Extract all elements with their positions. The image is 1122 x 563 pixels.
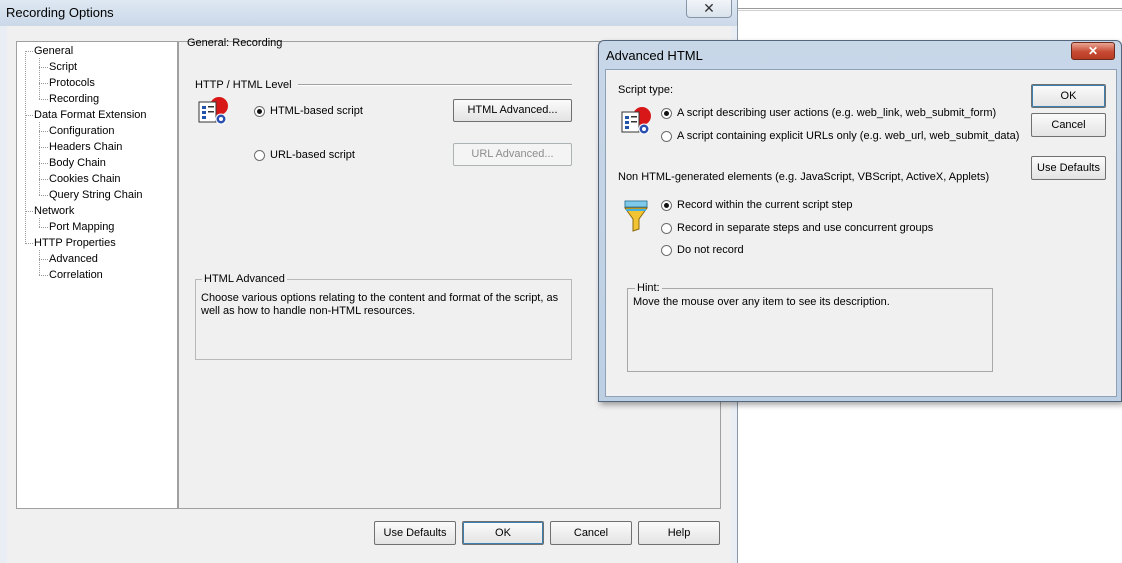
tree-connector: [39, 275, 48, 276]
tree-item-query-string-chain[interactable]: Query String Chain: [49, 188, 143, 202]
record-current-step-radio[interactable]: [661, 200, 672, 211]
tree-item-recording[interactable]: Recording: [49, 92, 99, 106]
tree-item-data-format-extension[interactable]: Data Format Extension: [34, 108, 147, 122]
explicit-urls-label[interactable]: A script containing explicit URLs only (…: [677, 130, 1019, 142]
tree-connector: [25, 115, 33, 116]
tree-connector: [39, 58, 40, 99]
tree-connector: [39, 259, 48, 260]
cancel-button[interactable]: Cancel: [550, 521, 632, 545]
filter-funnel-icon: [622, 199, 652, 233]
tree-connector: [39, 131, 48, 132]
tree-item-protocols[interactable]: Protocols: [49, 76, 95, 90]
tree-item-body-chain[interactable]: Body Chain: [49, 156, 106, 170]
options-tree[interactable]: General Script Protocols Recording Data Form…: [16, 41, 178, 509]
tree-connector: [25, 51, 33, 52]
tree-connector: [39, 218, 40, 227]
advanced-html-dialog: Advanced HTML ✕ Script type: A script de…: [598, 40, 1122, 402]
tree-connector: [25, 211, 33, 212]
tree-item-network[interactable]: Network: [34, 204, 74, 218]
do-not-record-label[interactable]: Do not record: [677, 244, 744, 256]
tree-item-port-mapping[interactable]: Port Mapping: [49, 220, 114, 234]
tree-item-http-properties[interactable]: HTTP Properties: [34, 236, 116, 250]
use-defaults-button[interactable]: Use Defaults: [374, 521, 456, 545]
dialog-use-defaults-button[interactable]: Use Defaults: [1031, 156, 1106, 180]
tree-connector: [39, 67, 48, 68]
url-based-radio[interactable]: [254, 150, 265, 161]
html-based-radio[interactable]: [254, 106, 265, 117]
close-button[interactable]: ✕: [686, 0, 732, 18]
record-current-step-label[interactable]: Record within the current script step: [677, 199, 852, 211]
tree-connector: [39, 227, 48, 228]
tree-connector: [39, 147, 48, 148]
hint-title: Hint:: [635, 282, 662, 294]
tree-item-correlation[interactable]: Correlation: [49, 268, 103, 282]
script-type-label: Script type:: [618, 84, 674, 96]
user-actions-radio[interactable]: [661, 108, 672, 119]
tree-connector: [39, 250, 40, 275]
tree-connector: [25, 243, 33, 244]
dialog-close-button[interactable]: ✕: [1071, 42, 1115, 60]
dialog-title: Advanced HTML: [606, 48, 703, 63]
tree-connector: [39, 163, 48, 164]
heading-separator: [298, 84, 572, 86]
info-group-text: Choose various options relating to the c…: [201, 292, 559, 317]
explicit-urls-radio[interactable]: [661, 131, 672, 142]
tree-item-general[interactable]: General: [34, 44, 73, 58]
record-separate-steps-radio[interactable]: [661, 223, 672, 234]
ok-button[interactable]: OK: [462, 521, 544, 545]
close-icon: ✕: [703, 0, 715, 16]
pane-title: General: Recording: [187, 37, 283, 49]
tree-item-headers-chain[interactable]: Headers Chain: [49, 140, 122, 154]
script-type-icon: [620, 106, 654, 136]
tree-item-configuration[interactable]: Configuration: [49, 124, 114, 138]
level-heading: HTTP / HTML Level: [195, 79, 292, 91]
help-button[interactable]: Help: [638, 521, 720, 545]
non-html-label: Non HTML-generated elements (e.g. JavaSc…: [618, 171, 990, 183]
url-based-label[interactable]: URL-based script: [270, 149, 355, 161]
html-advanced-button[interactable]: HTML Advanced...: [453, 99, 572, 122]
hint-text: Move the mouse over any item to see its …: [633, 296, 890, 308]
tree-connector: [25, 51, 26, 244]
url-advanced-button[interactable]: URL Advanced...: [453, 143, 572, 166]
dialog-ok-button[interactable]: OK: [1031, 84, 1106, 108]
html-based-label[interactable]: HTML-based script: [270, 105, 363, 117]
background-divider: [738, 8, 1122, 9]
script-type-icon: [197, 96, 231, 126]
dialog-cancel-button[interactable]: Cancel: [1031, 113, 1106, 137]
tree-connector: [39, 99, 48, 100]
tree-connector: [39, 179, 48, 180]
close-icon: ✕: [1087, 44, 1099, 58]
background-divider: [738, 10, 1122, 11]
tree-item-script[interactable]: Script: [49, 60, 77, 74]
user-actions-label[interactable]: A script describing user actions (e.g. w…: [677, 107, 996, 119]
tree-item-advanced[interactable]: Advanced: [49, 252, 98, 266]
tree-connector: [39, 122, 40, 195]
tree-item-cookies-chain[interactable]: Cookies Chain: [49, 172, 121, 186]
window-title: Recording Options: [6, 5, 114, 20]
info-group-title: HTML Advanced: [202, 273, 287, 285]
tree-connector: [39, 83, 48, 84]
do-not-record-radio[interactable]: [661, 245, 672, 256]
tree-connector: [39, 195, 48, 196]
dialog-client-area: Script type: A script describing user ac…: [605, 69, 1117, 397]
record-separate-steps-label[interactable]: Record in separate steps and use concurr…: [677, 222, 933, 234]
